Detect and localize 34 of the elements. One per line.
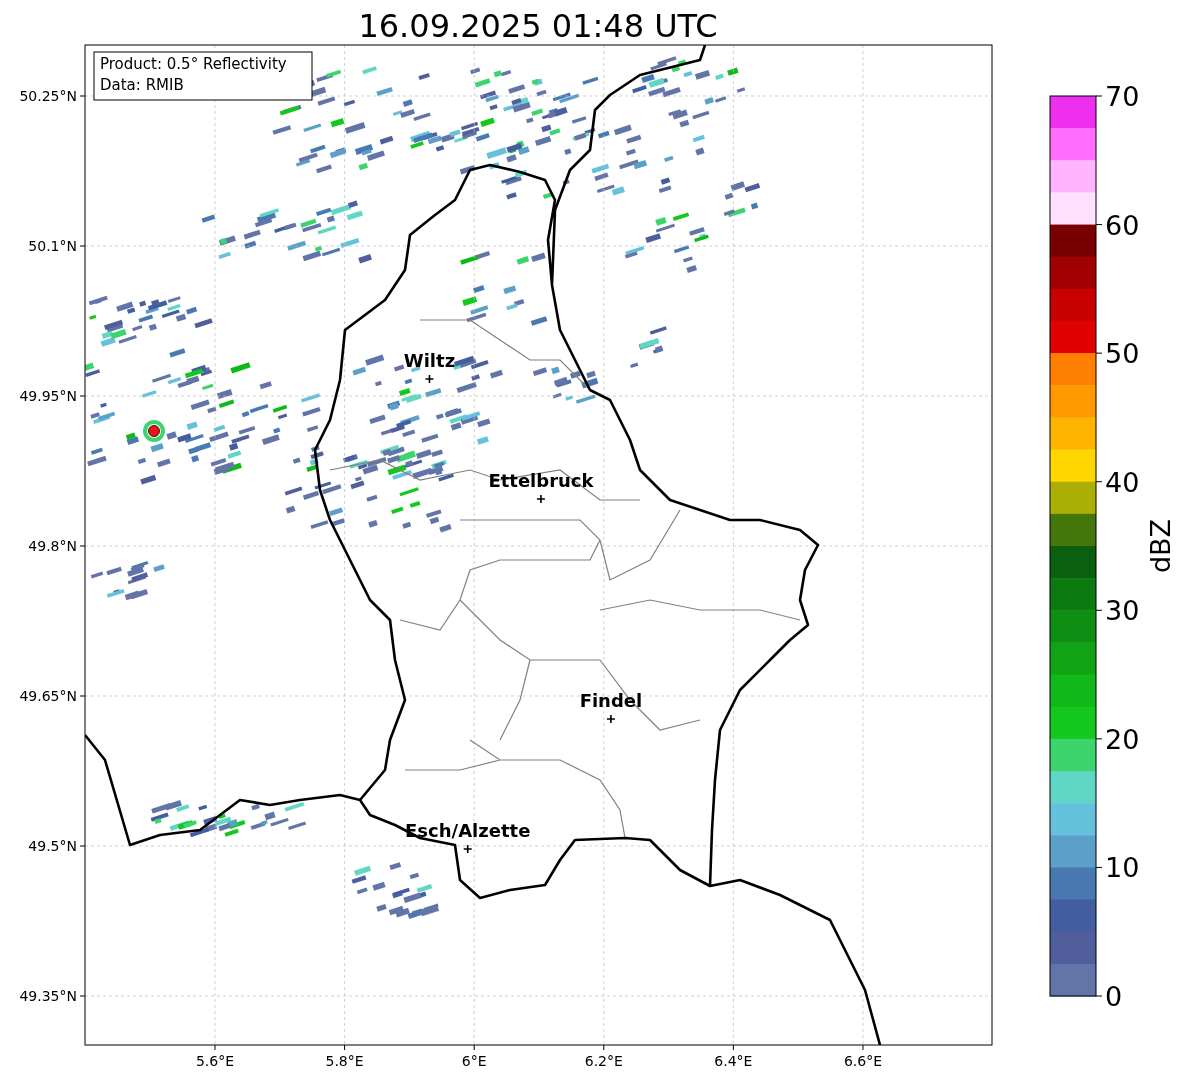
colorbar-tick-label: 70 (1105, 81, 1140, 112)
colorbar-tick-label: 0 (1105, 981, 1123, 1012)
city-label: Findel (579, 690, 643, 711)
longitude-label: 5.8°E (325, 1053, 364, 1069)
longitude-label: 6°E (461, 1053, 487, 1069)
longitude-label: 6.4°E (714, 1053, 753, 1069)
latitude-label: 49.95°N (19, 388, 77, 404)
latitude-label: 49.8°N (28, 538, 77, 554)
colorbar-tick-label: 40 (1105, 466, 1140, 498)
city-marker-icon (462, 844, 473, 854)
radar-site-marker (148, 425, 160, 437)
colorbar-tick-label: 10 (1105, 852, 1140, 884)
colorbar-tick-label: 30 (1105, 595, 1140, 627)
latitude-label: 49.5°N (28, 838, 77, 854)
city-marker-icon (606, 714, 616, 724)
latitude-label: 49.35°N (19, 988, 77, 1004)
longitude-label: 6.2°E (584, 1053, 623, 1069)
info-text: Data: RMIB (100, 76, 184, 94)
colorbar-tick-label: 50 (1105, 338, 1140, 370)
colorbar-label: dBZ (1145, 518, 1176, 574)
city-label: Wiltz (403, 350, 456, 371)
city-marker-icon (536, 494, 546, 504)
city-label: Ettelbruck (488, 470, 594, 491)
latitude-label: 50.25°N (19, 88, 77, 104)
info-text: Product: 0.5° Reflectivity (100, 55, 287, 73)
latitude-label: 50.1°N (28, 238, 77, 254)
longitude-label: 6.6°E (843, 1053, 883, 1069)
city-label: Esch/Alzette (405, 820, 531, 841)
latitude-label: 49.65°N (19, 688, 77, 704)
longitude-label: 5.6°E (195, 1053, 235, 1069)
chart-title: 16.09.2025 01:48 UTC (358, 7, 718, 45)
colorbar-tick-label: 20 (1105, 723, 1140, 755)
city-marker-icon (424, 374, 435, 384)
colorbar-tick-label: 60 (1105, 209, 1140, 241)
